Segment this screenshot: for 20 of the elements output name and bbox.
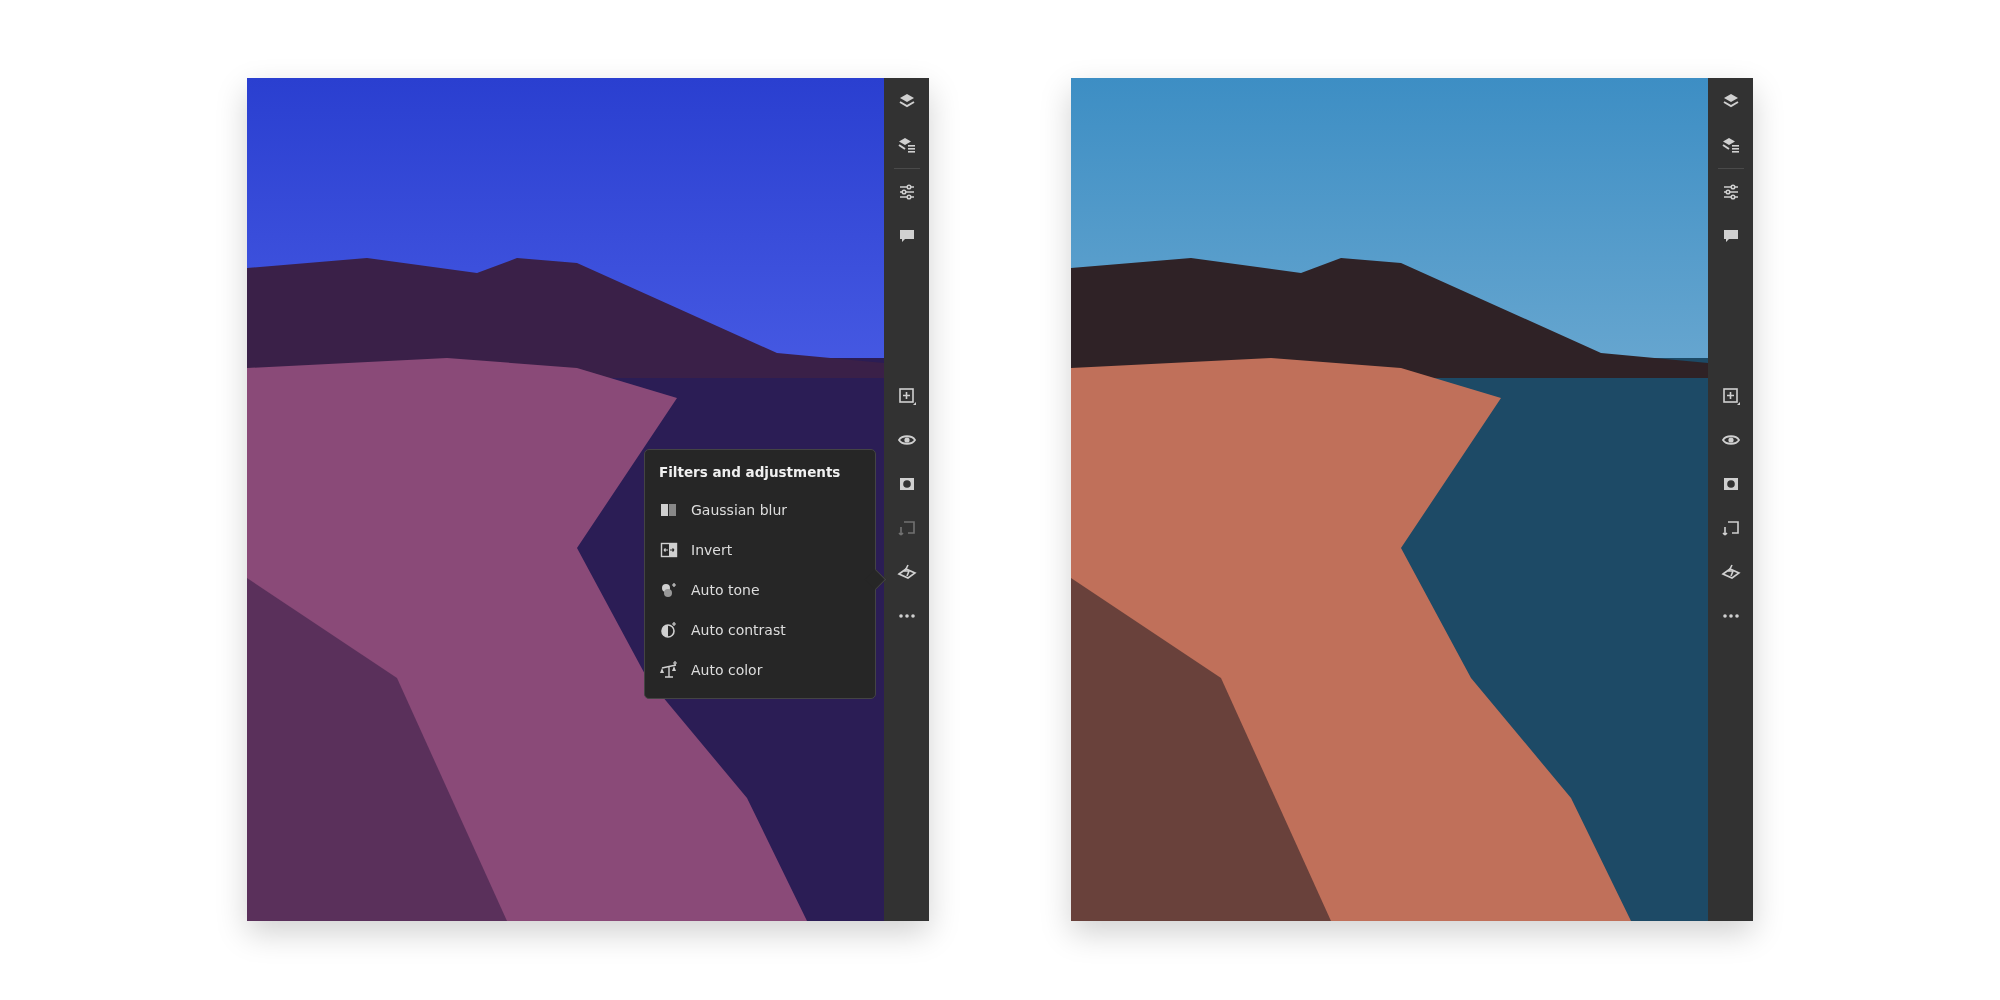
menu-item[interactable]: Invert (645, 530, 875, 570)
add-layer-icon (896, 386, 917, 406)
more-icon (1722, 614, 1739, 618)
menu-item[interactable]: Auto contrast (645, 610, 875, 650)
layer-list-icon (896, 135, 917, 155)
filter-brush-icon (1720, 562, 1741, 582)
replace-icon (896, 518, 917, 538)
filter-brush-icon (896, 562, 917, 582)
contrast-icon (659, 620, 679, 640)
invert-icon (659, 540, 679, 560)
menu-item[interactable]: Gaussian blur (645, 490, 875, 530)
add-layer-icon (1720, 386, 1741, 406)
layer-list-icon (1720, 135, 1741, 155)
replace-icon (1720, 518, 1741, 538)
color-balance-icon (659, 660, 679, 680)
menu-title: Filters and adjustments (658, 464, 842, 482)
tone-icon (659, 580, 679, 600)
more-icon (898, 614, 915, 618)
menu-item[interactable]: Auto tone (645, 570, 875, 610)
menu-item[interactable]: Auto color (645, 650, 875, 690)
